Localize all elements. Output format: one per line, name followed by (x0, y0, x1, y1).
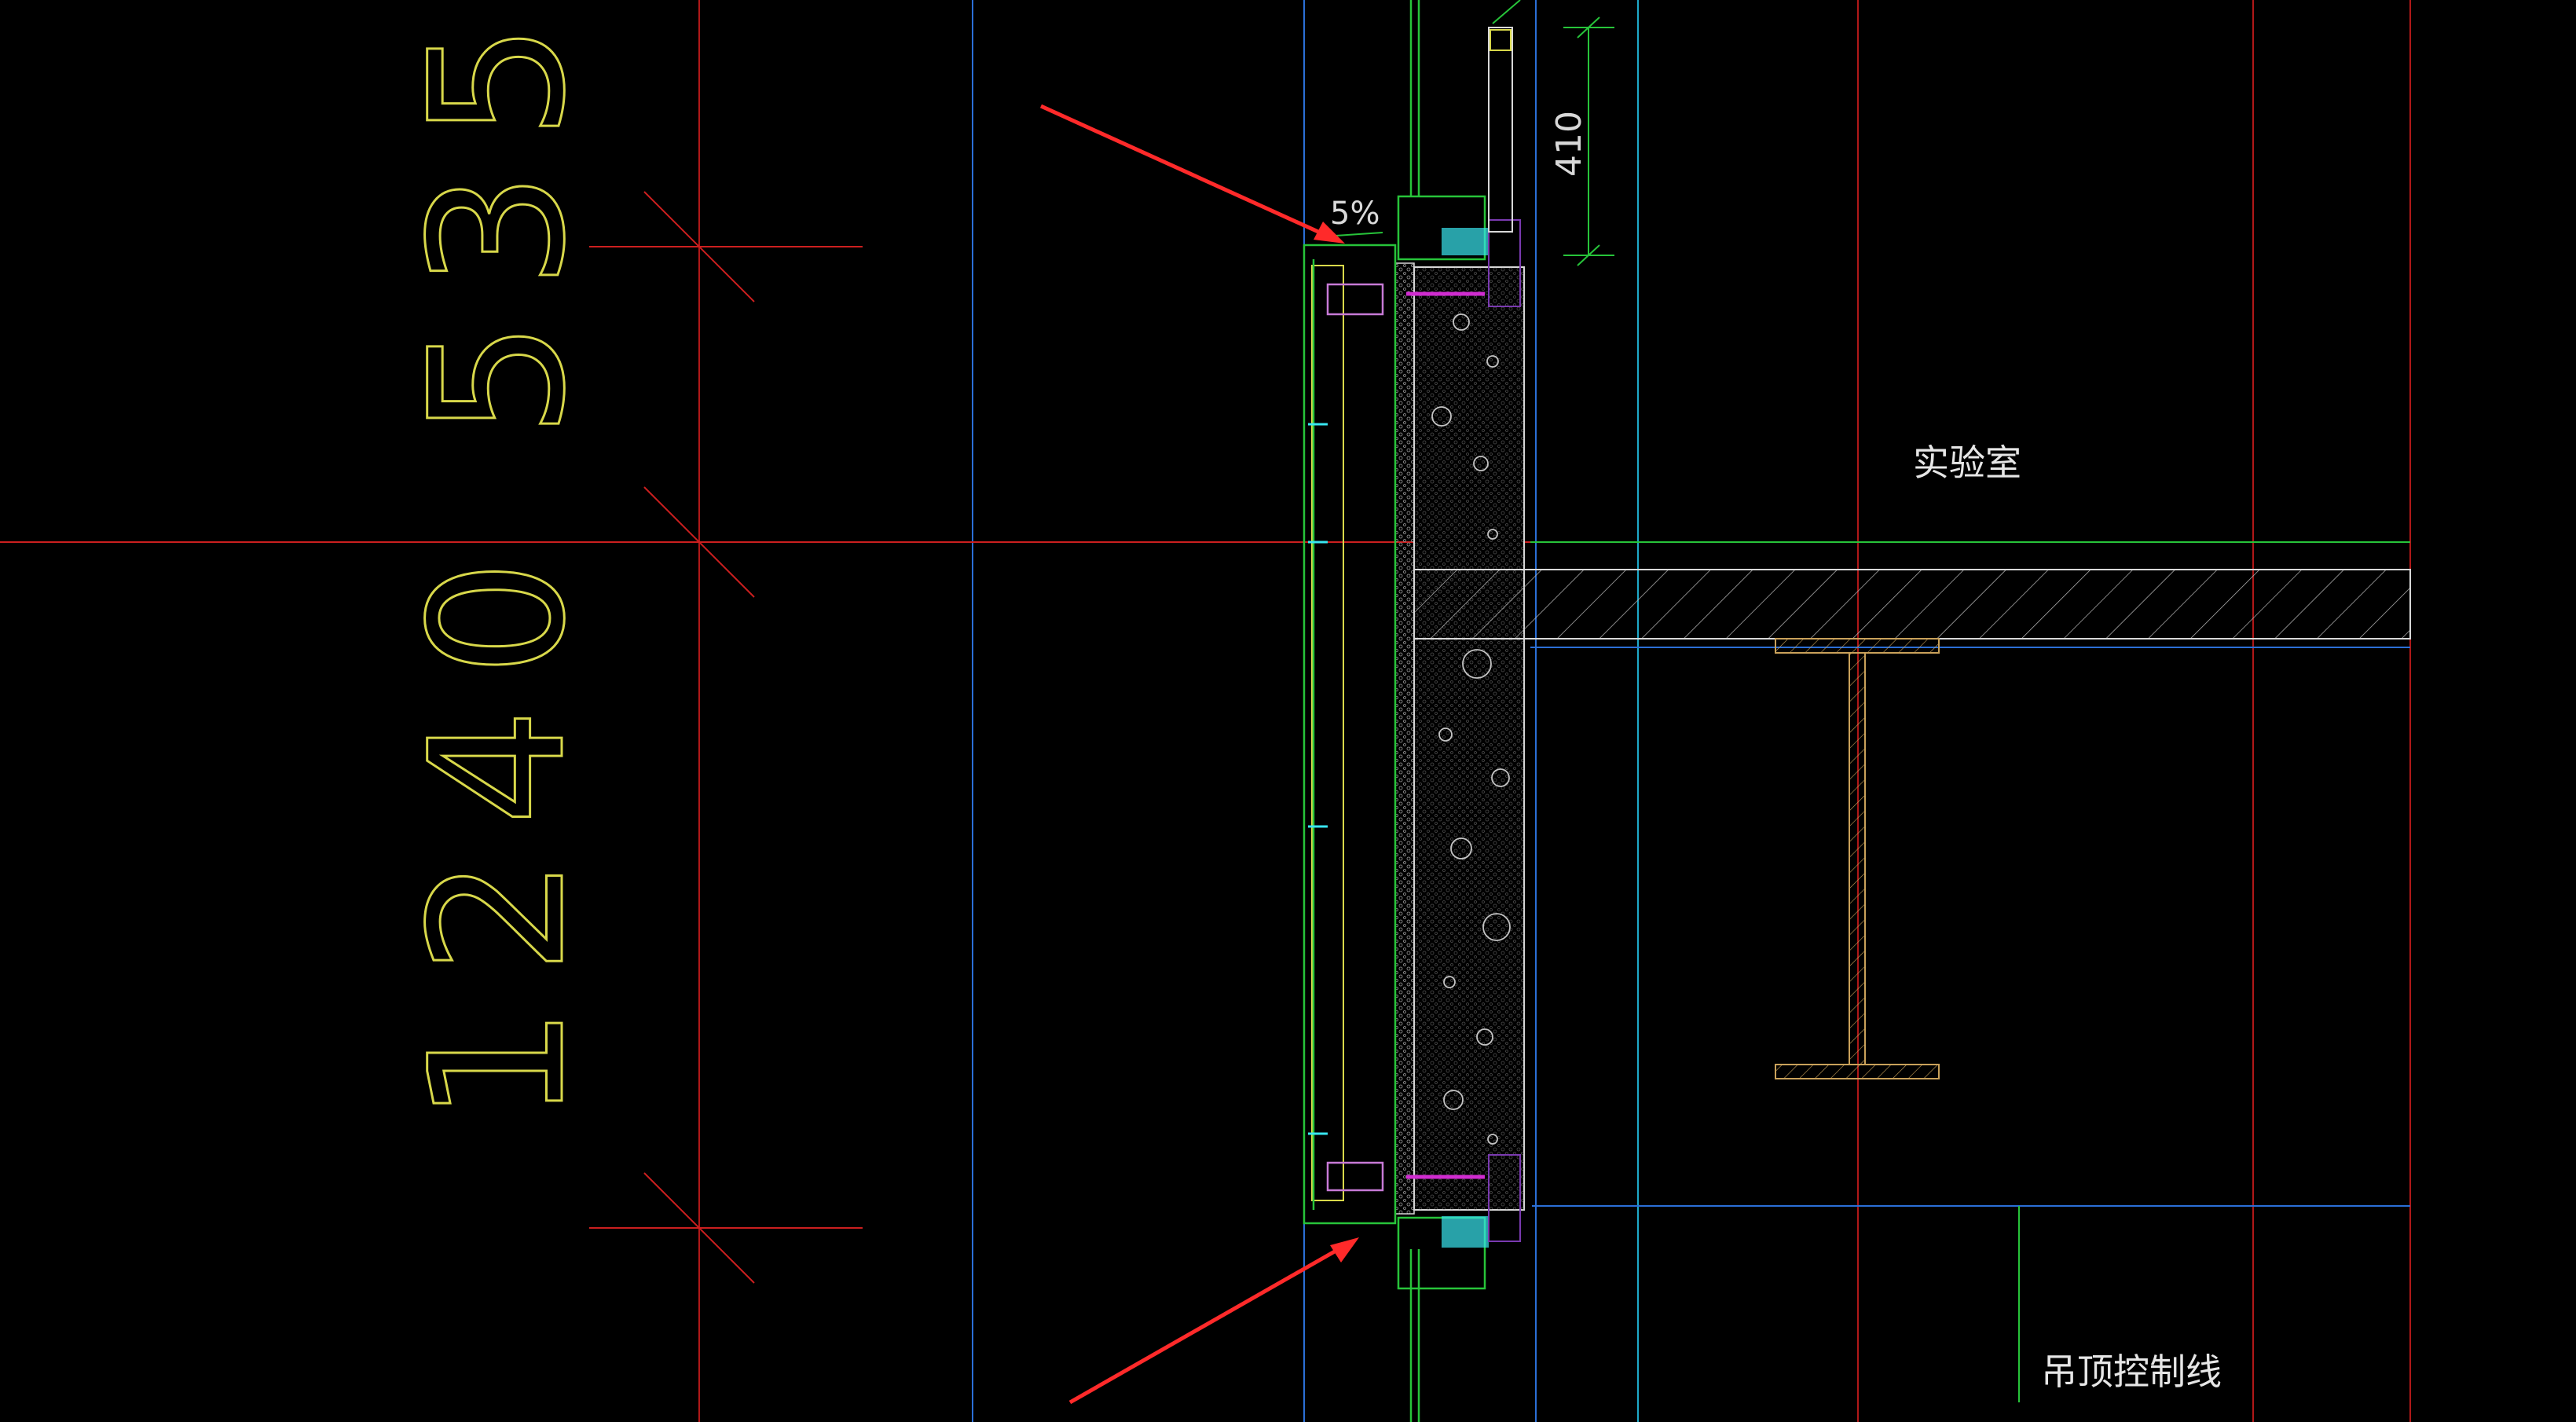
annotation-arrow-bottom (1068, 1241, 1351, 1405)
dimension-ticks (589, 191, 863, 1284)
concrete-wall (1413, 266, 1525, 1211)
fasteners (1308, 423, 1328, 1135)
slope-line (1335, 232, 1383, 236)
floor-slab (1413, 569, 2411, 648)
dimension-vertical-label: 1240 535 (391, 0, 606, 1123)
steel-i-beam (1775, 638, 1940, 1079)
insulation-layer (1394, 262, 1415, 1215)
cad-drawing-canvas: 1240 535 410 5% 实验室 吊顶控制线 (0, 0, 2576, 1422)
annotation-arrow-top (1039, 104, 1337, 242)
grid-lines (0, 0, 2411, 1422)
ceiling-control-label: 吊顶控制线 (2041, 1351, 2222, 1393)
top-bracket (1397, 27, 1521, 307)
slope-label: 5% (1330, 196, 1380, 232)
cad-section-drawing: 1240 535 410 5% 实验室 吊顶控制线 (0, 0, 2411, 1422)
room-label: 实验室 (1913, 442, 2021, 484)
dimension-small-label: 410 (1549, 111, 1589, 177)
